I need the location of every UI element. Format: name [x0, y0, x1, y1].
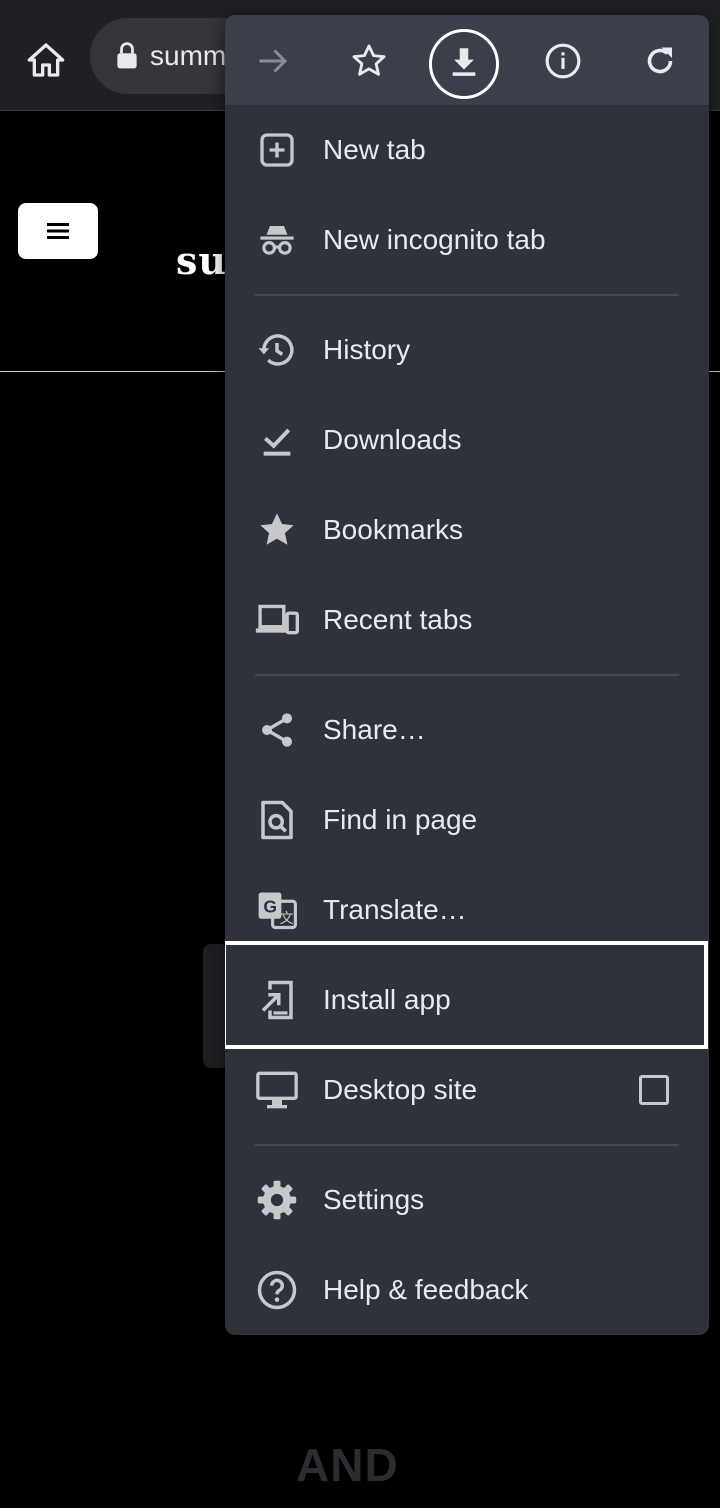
- menu-item-label: Install app: [323, 984, 451, 1015]
- menu-divider: [255, 674, 679, 676]
- find-in-page-icon: [255, 798, 299, 842]
- menu-item-downloads[interactable]: Downloads: [225, 395, 709, 485]
- menu-item-label: Settings: [323, 1184, 425, 1215]
- svg-text:文: 文: [280, 911, 294, 927]
- site-title: su: [176, 238, 228, 283]
- hamburger-icon: [47, 223, 69, 239]
- menu-item-label: Desktop site: [323, 1074, 478, 1105]
- install-app-icon: [255, 978, 299, 1022]
- menu-item-translate[interactable]: G 文 Translate…: [225, 865, 709, 955]
- menu-item-help-feedback[interactable]: Help & feedback: [225, 1245, 709, 1335]
- menu-item-settings[interactable]: Settings: [225, 1155, 709, 1245]
- devices-icon: [255, 598, 299, 642]
- help-icon: [255, 1268, 299, 1312]
- forward-icon: [259, 49, 288, 73]
- menu-item-desktop-site[interactable]: Desktop site: [225, 1045, 709, 1135]
- svg-text:G: G: [263, 897, 277, 917]
- menu-divider: [255, 294, 679, 296]
- downloads-icon: [255, 418, 299, 462]
- menu-item-label: Find in page: [323, 804, 478, 835]
- translate-icon: G 文: [255, 888, 299, 932]
- page-heading-text: AND: [296, 1439, 399, 1491]
- desktop-site-checkbox[interactable]: [639, 1075, 669, 1105]
- history-icon: [255, 328, 299, 372]
- star-icon: [352, 44, 386, 76]
- menu-item-label: Help & feedback: [323, 1274, 529, 1305]
- menu-item-label: New tab: [323, 134, 426, 165]
- home-button[interactable]: [20, 34, 72, 86]
- bookmark-star-icon: [255, 508, 299, 552]
- page-info-button[interactable]: [539, 37, 587, 85]
- share-icon: [255, 708, 299, 752]
- browser-overflow-menu: New tab New incognito tab History Downlo…: [225, 15, 709, 1335]
- bookmark-button[interactable]: [345, 37, 393, 85]
- menu-item-label: Translate…: [323, 894, 467, 925]
- menu-item-label: History: [323, 334, 411, 365]
- menu-item-bookmarks[interactable]: Bookmarks: [225, 485, 709, 575]
- menu-divider: [255, 1144, 679, 1146]
- lock-icon: [117, 42, 137, 69]
- menu-item-new-tab[interactable]: New tab: [225, 105, 709, 195]
- forward-button[interactable]: [249, 37, 297, 85]
- info-icon: [545, 43, 581, 79]
- new-tab-icon: [255, 128, 299, 172]
- menu-item-share[interactable]: Share…: [225, 685, 709, 775]
- menu-item-label: Bookmarks: [323, 514, 464, 545]
- refresh-icon: [647, 47, 673, 74]
- download-page-button[interactable]: [440, 37, 488, 85]
- menu-item-label: Downloads: [323, 424, 462, 455]
- menu-item-label: Recent tabs: [323, 604, 473, 635]
- menu-item-new-incognito-tab[interactable]: New incognito tab: [225, 195, 709, 285]
- desktop-icon: [255, 1068, 299, 1112]
- menu-item-history[interactable]: History: [225, 305, 709, 395]
- refresh-button[interactable]: [636, 37, 684, 85]
- menu-item-install-app[interactable]: Install app: [225, 955, 709, 1045]
- menu-item-label: New incognito tab: [323, 224, 546, 255]
- menu-item-label: Share…: [323, 714, 426, 745]
- incognito-icon: [255, 218, 299, 262]
- site-menu-button[interactable]: [18, 203, 98, 259]
- menu-item-find-in-page[interactable]: Find in page: [225, 775, 709, 865]
- settings-gear-icon: [255, 1178, 299, 1222]
- menu-action-bar: [225, 15, 709, 105]
- download-icon: [452, 48, 476, 76]
- home-icon: [27, 43, 65, 77]
- menu-item-recent-tabs[interactable]: Recent tabs: [225, 575, 709, 665]
- url-text: summ: [150, 40, 227, 71]
